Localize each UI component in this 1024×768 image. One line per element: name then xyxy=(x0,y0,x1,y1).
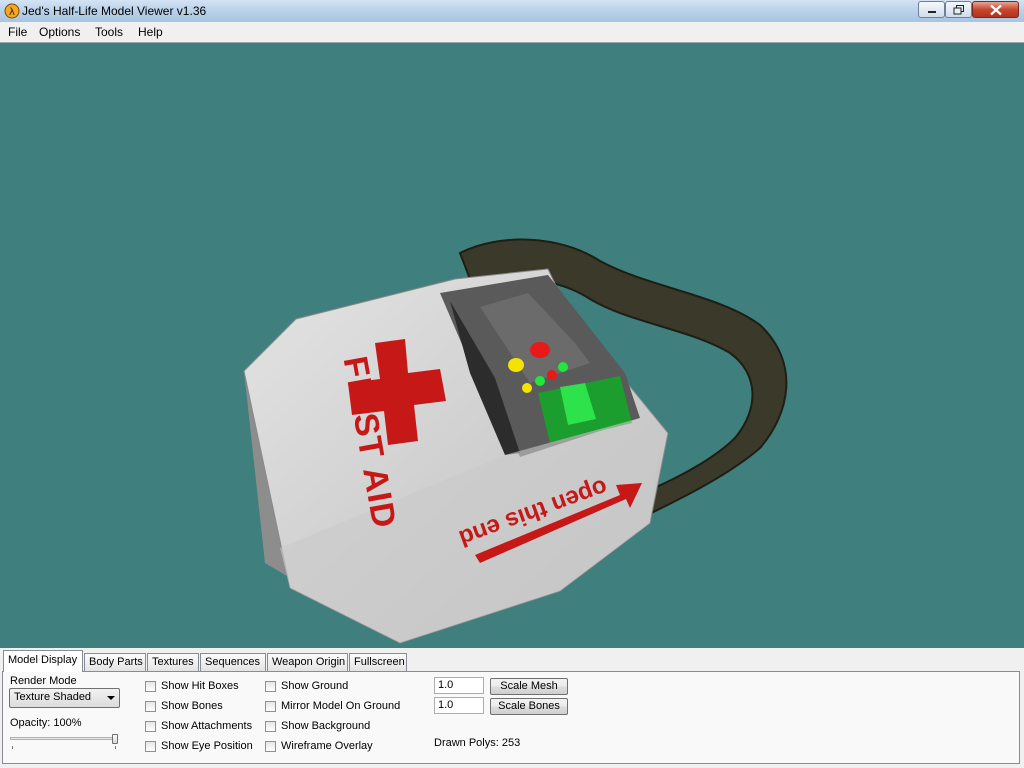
render-mode-label: Render Mode xyxy=(10,675,77,687)
menu-file[interactable]: File xyxy=(8,25,27,39)
chevron-down-icon xyxy=(107,696,115,700)
tab-fullscreen[interactable]: Fullscreen xyxy=(349,653,407,671)
render-mode-select[interactable]: Texture Shaded xyxy=(9,688,120,708)
checkbox-label: Show Ground xyxy=(281,680,349,692)
title-bar[interactable]: λ Jed's Half-Life Model Viewer v1.36 xyxy=(0,0,1024,23)
window-title: Jed's Half-Life Model Viewer v1.36 xyxy=(22,4,207,18)
svg-text:λ: λ xyxy=(9,7,15,18)
checkbox-label: Show Eye Position xyxy=(161,740,253,752)
checkbox-label: Wireframe Overlay xyxy=(281,740,373,752)
minimize-icon xyxy=(927,10,936,13)
close-icon xyxy=(989,4,1002,15)
close-button[interactable] xyxy=(972,1,1019,18)
opacity-slider-thumb[interactable] xyxy=(112,734,118,744)
checkbox-box xyxy=(265,680,276,692)
model-viewport[interactable]: FIRST AID open this end xyxy=(0,42,1024,649)
mirror-model-on-ground-checkbox[interactable]: Mirror Model On Ground xyxy=(265,700,400,712)
render-mode-value: Texture Shaded xyxy=(14,691,92,703)
menu-tools[interactable]: Tools xyxy=(95,25,123,39)
checkbox-box xyxy=(265,700,276,712)
menu-options[interactable]: Options xyxy=(39,25,80,39)
checkbox-box xyxy=(265,720,276,732)
checkbox-box xyxy=(265,740,276,752)
scale-mesh-button[interactable]: Scale Mesh xyxy=(490,678,568,695)
show-bones-checkbox[interactable]: Show Bones xyxy=(145,700,223,712)
opacity-label: Opacity: 100% xyxy=(10,717,82,729)
wireframe-overlay-checkbox[interactable]: Wireframe Overlay xyxy=(265,740,373,752)
scale-bones-input[interactable]: 1.0 xyxy=(434,697,484,714)
checkbox-label: Show Hit Boxes xyxy=(161,680,239,692)
maximize-icon xyxy=(953,4,964,14)
opacity-slider-track[interactable] xyxy=(10,737,118,740)
checkbox-label: Show Background xyxy=(281,720,371,732)
hl-logo-icon: λ xyxy=(4,3,20,19)
checkbox-box xyxy=(145,720,156,732)
show-eye-position-checkbox[interactable]: Show Eye Position xyxy=(145,740,253,752)
show-hit-boxes-checkbox[interactable]: Show Hit Boxes xyxy=(145,680,239,692)
restore-button[interactable] xyxy=(945,1,972,18)
tab-model-display[interactable]: Model Display xyxy=(3,650,83,672)
tab-textures[interactable]: Textures xyxy=(147,653,199,671)
first-aid-kit-model xyxy=(243,238,788,644)
show-ground-checkbox[interactable]: Show Ground xyxy=(265,680,348,692)
control-panel: Model Display Body Parts Textures Sequen… xyxy=(0,648,1024,768)
checkbox-label: Show Bones xyxy=(161,700,223,712)
checkbox-box xyxy=(145,740,156,752)
scale-mesh-input[interactable]: 1.0 xyxy=(434,677,484,694)
checkbox-label: Show Attachments xyxy=(161,720,253,732)
show-background-checkbox[interactable]: Show Background xyxy=(265,720,370,732)
drawn-polys-readout: Drawn Polys: 253 xyxy=(434,737,521,749)
checkbox-label: Mirror Model On Ground xyxy=(281,700,401,712)
tab-sequences[interactable]: Sequences xyxy=(200,653,266,671)
tab-weapon-origin[interactable]: Weapon Origin xyxy=(267,653,348,671)
checkbox-box xyxy=(145,680,156,692)
menu-bar: File Options Tools Help xyxy=(0,22,1024,43)
tab-body-parts[interactable]: Body Parts xyxy=(84,653,146,671)
show-attachments-checkbox[interactable]: Show Attachments xyxy=(145,720,252,732)
minimize-button[interactable] xyxy=(918,1,945,18)
checkbox-box xyxy=(145,700,156,712)
slider-ticks xyxy=(12,746,116,749)
scale-bones-button[interactable]: Scale Bones xyxy=(490,698,568,715)
menu-help[interactable]: Help xyxy=(138,25,163,39)
